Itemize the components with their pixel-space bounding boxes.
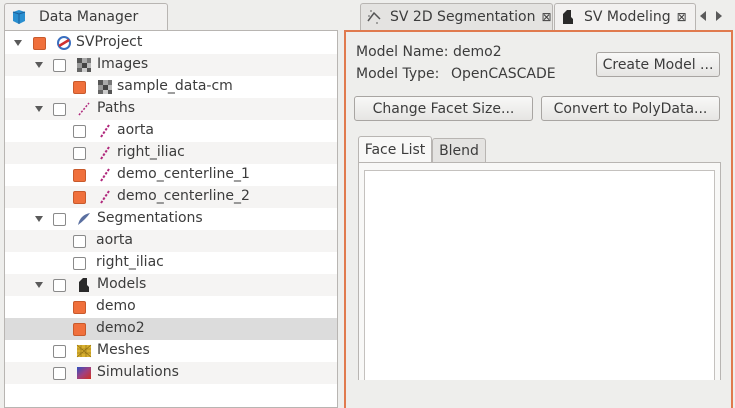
subtab-face-list[interactable]: Face List (358, 136, 432, 162)
visibility-checkbox[interactable] (53, 59, 66, 72)
path-icon (100, 168, 110, 182)
model-type-value: OpenCASCADE (451, 66, 556, 82)
path-icon (100, 146, 110, 160)
visibility-checkbox[interactable] (73, 147, 86, 160)
tree-item-label: demo_centerline_1 (117, 166, 250, 182)
change-facet-size-button[interactable]: Change Facet Size... (354, 96, 533, 121)
editor-panel: SV 2D Segmentation ⊠ SV Modeling ⊠ Model… (340, 0, 735, 408)
tree-item-label: Simulations (97, 364, 179, 380)
visibility-checkbox[interactable] (73, 257, 86, 270)
model-type-label: Model Type: (356, 66, 440, 82)
tab-sv-modeling[interactable]: SV Modeling ⊠ (554, 3, 696, 30)
tree-row-centerline-1[interactable]: demo_centerline_1 (5, 164, 337, 186)
visibility-checkbox[interactable] (33, 37, 46, 50)
tree-row-sample-data[interactable]: sample_data-cm (5, 76, 337, 98)
model-name-label: Model Name: (356, 44, 449, 60)
create-model-button[interactable]: Create Model ... (596, 52, 720, 77)
visibility-checkbox[interactable] (73, 235, 86, 248)
face-list-pane (358, 162, 721, 380)
convert-to-polydata-button[interactable]: Convert to PolyData... (541, 96, 720, 121)
tab-label: SV Modeling (584, 9, 671, 25)
data-manager-panel: Data Manager SVProject Images sample_dat… (0, 0, 340, 408)
subtab-label: Blend (439, 142, 479, 159)
face-list-table[interactable] (364, 170, 715, 380)
tab-sv-2d-segmentation[interactable]: SV 2D Segmentation ⊠ (360, 3, 553, 30)
visibility-checkbox[interactable] (53, 367, 66, 380)
tree-item-label: SVProject (76, 34, 143, 50)
scroll-tabs-left-icon[interactable] (700, 11, 706, 21)
visibility-checkbox[interactable] (73, 191, 86, 204)
tree-row-model-demo2[interactable]: demo2 (5, 318, 337, 340)
tree-item-label: sample_data-cm (117, 78, 233, 94)
image-icon (98, 80, 112, 94)
tree-row-simulations[interactable]: Simulations (5, 362, 337, 384)
tree-item-label: Meshes (97, 342, 150, 358)
database-icon (12, 10, 26, 24)
data-manager-tab[interactable]: Data Manager (4, 3, 168, 30)
tree-item-label: demo_centerline_2 (117, 188, 250, 204)
tree-item-label: aorta (117, 122, 154, 138)
path-icon (78, 102, 90, 116)
data-manager-title: Data Manager (39, 9, 139, 25)
visibility-checkbox[interactable] (53, 213, 66, 226)
visibility-checkbox[interactable] (73, 323, 86, 336)
expand-arrow-icon[interactable] (35, 62, 43, 68)
tree-item-label: aorta (96, 232, 133, 248)
visibility-checkbox[interactable] (53, 279, 66, 292)
tree-item-label: Segmentations (97, 210, 203, 226)
tree-item-label: demo2 (96, 320, 145, 336)
tree-row-images[interactable]: Images (5, 54, 337, 76)
expand-arrow-icon[interactable] (35, 282, 43, 288)
visibility-checkbox[interactable] (53, 103, 66, 116)
subtab-blend[interactable]: Blend (432, 138, 486, 162)
close-tab-icon[interactable]: ⊠ (541, 10, 551, 24)
image-icon (77, 58, 91, 72)
segmentation-icon (78, 213, 90, 225)
data-tree[interactable]: SVProject Images sample_data-cm Paths ao… (4, 30, 338, 408)
tree-item-label: Images (97, 56, 149, 72)
tree-row-segmentations[interactable]: Segmentations (5, 208, 337, 230)
segmentation-2d-icon (367, 10, 381, 24)
editor-tab-bar: SV 2D Segmentation ⊠ SV Modeling ⊠ (340, 3, 735, 30)
close-tab-icon[interactable]: ⊠ (677, 10, 687, 24)
visibility-checkbox[interactable] (73, 169, 86, 182)
expand-arrow-icon[interactable] (35, 106, 43, 112)
model-icon (79, 278, 89, 292)
mesh-icon (76, 344, 92, 358)
tree-row-model-demo[interactable]: demo (5, 296, 337, 318)
tree-item-label: Models (97, 276, 147, 292)
tree-row-seg-aorta[interactable]: aorta (5, 230, 337, 252)
model-icon (563, 10, 573, 24)
visibility-checkbox[interactable] (53, 345, 66, 358)
tab-label: SV 2D Segmentation (390, 9, 536, 25)
model-name-value: demo2 (453, 44, 502, 60)
tree-row-paths[interactable]: Paths (5, 98, 337, 120)
tree-item-label: Paths (97, 100, 136, 116)
expand-arrow-icon[interactable] (35, 216, 43, 222)
visibility-checkbox[interactable] (73, 81, 86, 94)
simulation-icon (77, 367, 91, 379)
scroll-tabs-right-icon[interactable] (716, 11, 722, 21)
path-icon (100, 124, 110, 138)
tree-item-label: demo (96, 298, 136, 314)
tree-item-label: right_iliac (96, 254, 164, 270)
modeling-content: Model Name: demo2 Model Type: OpenCASCAD… (344, 30, 733, 408)
visibility-checkbox[interactable] (73, 301, 86, 314)
tree-row-models[interactable]: Models (5, 274, 337, 296)
path-icon (100, 190, 110, 204)
subtab-label: Face List (364, 141, 426, 158)
tree-item-label: right_iliac (117, 144, 185, 160)
tree-row-centerline-2[interactable]: demo_centerline_2 (5, 186, 337, 208)
tree-row-seg-right-iliac[interactable]: right_iliac (5, 252, 337, 274)
project-icon (57, 36, 71, 50)
tree-row-path-right-iliac[interactable]: right_iliac (5, 142, 337, 164)
tree-row-meshes[interactable]: Meshes (5, 340, 337, 362)
tree-row-path-aorta[interactable]: aorta (5, 120, 337, 142)
tree-row-svproject[interactable]: SVProject (5, 32, 337, 54)
expand-arrow-icon[interactable] (14, 40, 22, 46)
visibility-checkbox[interactable] (73, 125, 86, 138)
